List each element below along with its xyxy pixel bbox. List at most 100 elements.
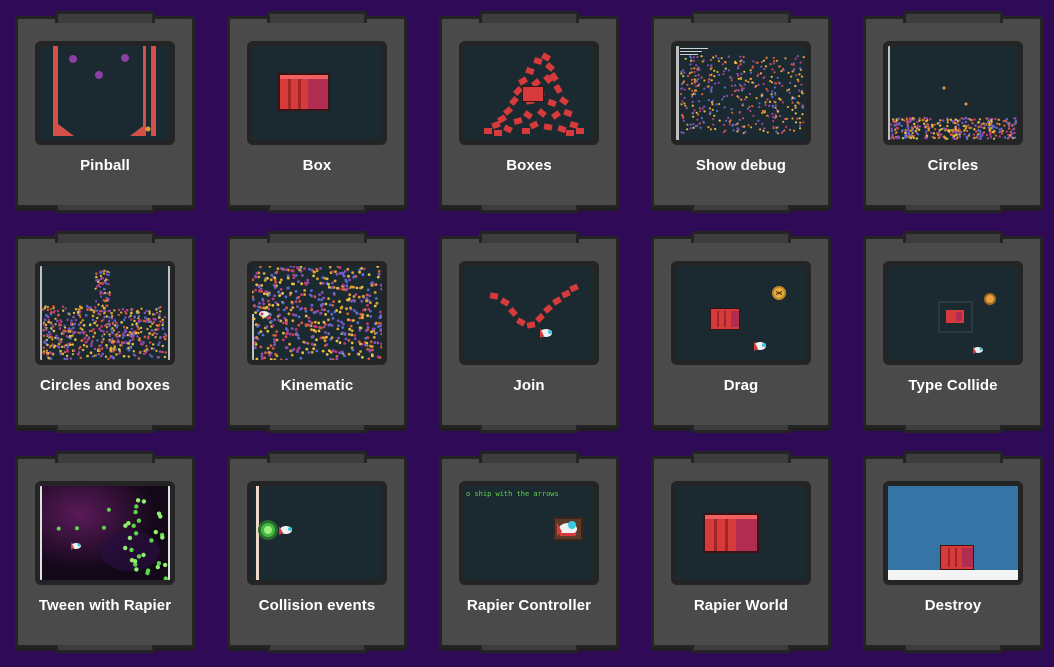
- example-card-join[interactable]: Join: [439, 231, 619, 433]
- particle: [762, 82, 765, 85]
- particle: [736, 72, 739, 75]
- particle: [79, 315, 82, 319]
- example-card-destroy[interactable]: Destroy: [863, 451, 1043, 653]
- example-card-show-debug[interactable]: Show debug: [651, 11, 831, 213]
- particle: [742, 117, 745, 120]
- example-card-type-collide[interactable]: Type Collide: [863, 231, 1043, 433]
- particle: [269, 278, 273, 282]
- particle: [371, 327, 375, 331]
- particle: [737, 67, 740, 70]
- particle: [968, 126, 971, 130]
- example-card-box[interactable]: Box: [227, 11, 407, 213]
- particle: [771, 96, 774, 99]
- example-card-rapier-controller[interactable]: o ship with the arrows Rapier Controller: [439, 451, 619, 653]
- particle: [331, 281, 334, 285]
- particle: [788, 91, 791, 94]
- particle: [773, 86, 776, 89]
- particle: [49, 308, 52, 311]
- particle: [274, 334, 278, 337]
- particle: [282, 331, 285, 335]
- example-card-rapier-world[interactable]: Rapier World: [651, 451, 831, 653]
- particle: [357, 295, 361, 299]
- particle: [105, 315, 109, 318]
- particle: [145, 568, 151, 573]
- particle: [684, 57, 687, 60]
- particle: [117, 340, 120, 344]
- particle: [306, 278, 310, 282]
- particle: [946, 121, 949, 124]
- example-card-tween-with-rapier[interactable]: Tween with Rapier: [15, 451, 195, 653]
- example-thumbnail: [883, 481, 1023, 585]
- particle: [697, 113, 700, 116]
- particle: [106, 292, 109, 295]
- particle: [718, 119, 721, 122]
- example-label: Pinball: [80, 157, 130, 174]
- particle: [358, 316, 362, 320]
- ship-icon: [540, 328, 552, 338]
- particle: [63, 324, 66, 327]
- example-card-circles-and-boxes[interactable]: Circles and boxes: [15, 231, 195, 433]
- particle: [287, 312, 291, 316]
- particle: [712, 123, 715, 126]
- example-card-collision-events[interactable]: Collision events: [227, 451, 407, 653]
- particle: [729, 119, 732, 122]
- particle: [776, 76, 779, 79]
- particle: [380, 345, 382, 349]
- particle: [131, 523, 136, 528]
- particle: [137, 311, 140, 314]
- particle: [129, 314, 132, 317]
- particle: [697, 66, 700, 69]
- particle: [102, 338, 105, 341]
- particle: [967, 117, 970, 121]
- particle: [72, 349, 76, 352]
- particle: [108, 316, 111, 319]
- particle: [74, 338, 77, 341]
- particle: [788, 88, 791, 91]
- particle: [695, 85, 698, 88]
- particle: [683, 71, 686, 74]
- example-card-circles[interactable]: Circles: [863, 11, 1043, 213]
- example-card-drag[interactable]: Drag: [651, 231, 831, 433]
- particle: [317, 329, 321, 333]
- particle: [289, 291, 293, 295]
- particle: [254, 274, 257, 278]
- particle: [132, 350, 135, 353]
- particle: [772, 120, 775, 123]
- particle: [158, 341, 161, 344]
- example-thumbnail: [35, 261, 175, 365]
- particle: [63, 357, 66, 360]
- particle: [103, 309, 106, 312]
- particle: [892, 120, 895, 123]
- example-card-boxes[interactable]: Boxes: [439, 11, 619, 213]
- particle: [355, 312, 359, 315]
- particle: [271, 304, 275, 307]
- particle: [361, 294, 365, 298]
- particle: [62, 309, 65, 312]
- particle: [338, 266, 342, 269]
- particle: [758, 102, 761, 105]
- particle: [1014, 119, 1018, 123]
- particle: [365, 299, 368, 302]
- particle: [91, 339, 94, 343]
- particle: [373, 304, 377, 308]
- particle: [44, 326, 47, 329]
- particle: [772, 56, 775, 59]
- particle: [361, 273, 365, 276]
- example-card-pinball[interactable]: Pinball: [15, 11, 195, 213]
- particle: [103, 306, 106, 310]
- particle: [82, 348, 85, 352]
- example-card-kinematic[interactable]: Kinematic: [227, 231, 407, 433]
- particle: [49, 351, 52, 354]
- particle: [991, 130, 994, 134]
- particle: [366, 347, 369, 351]
- particle: [314, 330, 318, 333]
- particle: [294, 290, 298, 293]
- particle: [89, 323, 92, 326]
- particle: [140, 307, 143, 310]
- particle: [139, 350, 142, 354]
- particle: [61, 352, 64, 356]
- card-top-tab: [267, 231, 367, 243]
- particle: [680, 72, 683, 75]
- particle: [79, 345, 82, 349]
- particle: [91, 318, 95, 322]
